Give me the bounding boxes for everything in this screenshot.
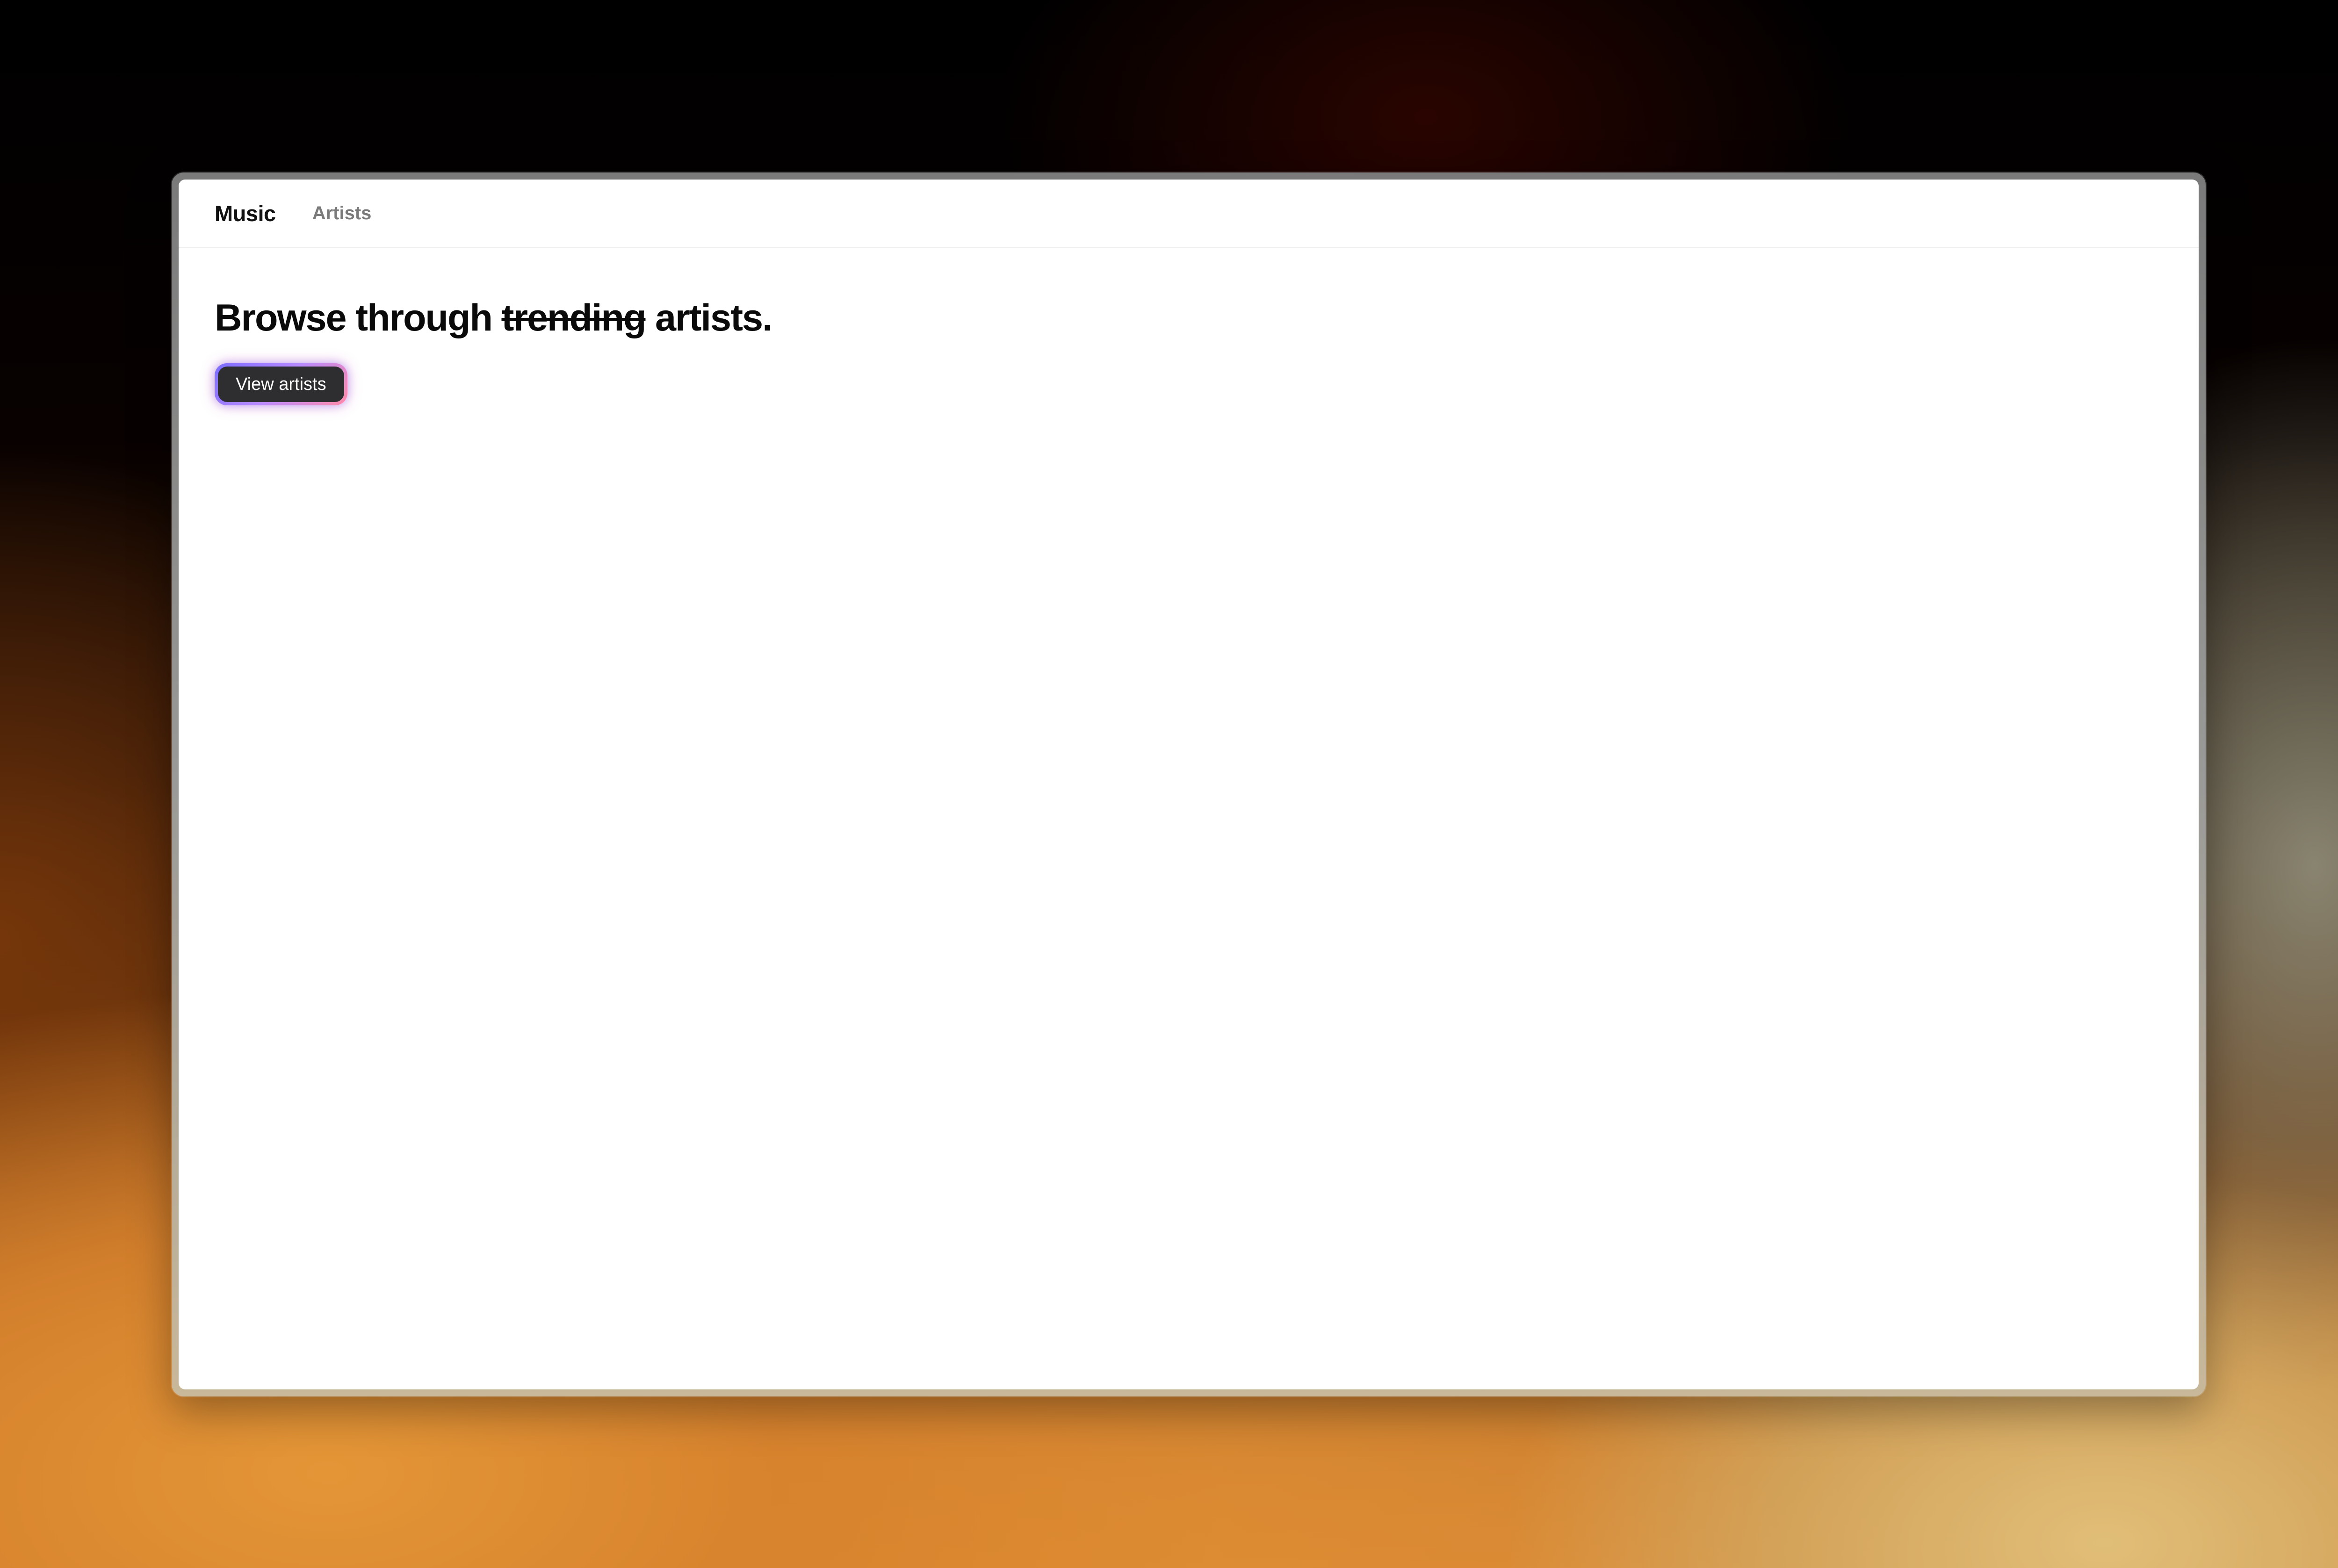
nav-link-artists[interactable]: Artists: [312, 203, 372, 224]
headline-end: artists.: [645, 297, 773, 339]
app-window: Music Artists Browse through trending ar…: [179, 180, 2199, 1389]
view-artists-button-glow: View artists: [215, 363, 347, 406]
headline-strikethrough-word: trending: [501, 297, 647, 339]
headline-start: Browse through: [215, 297, 502, 339]
brand-logo-text[interactable]: Music: [215, 201, 276, 226]
page-headline: Browse through trending artists.: [215, 248, 2199, 339]
app-window-frame: Music Artists Browse through trending ar…: [172, 173, 2206, 1396]
view-artists-button[interactable]: View artists: [218, 367, 344, 403]
main-content: Browse through trending artists. View ar…: [179, 248, 2199, 406]
top-navigation: Music Artists: [179, 180, 2199, 248]
